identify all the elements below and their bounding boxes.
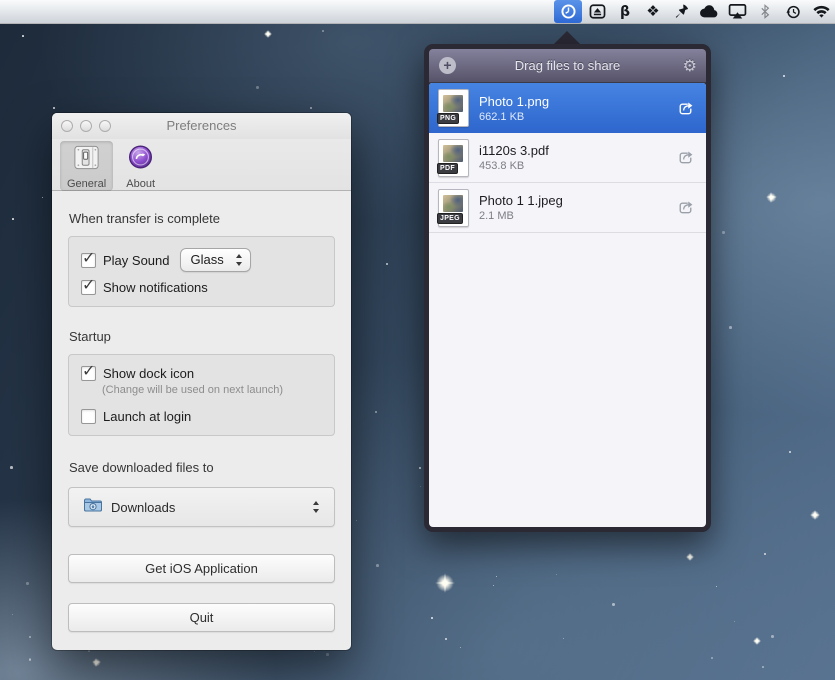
file-row[interactable]: JPEG Photo 1 1.jpeg 2.1 MB bbox=[429, 183, 706, 233]
popover-header: + Drag files to share ⚙ bbox=[429, 49, 706, 83]
popover-arrow bbox=[553, 31, 581, 45]
show-dock-icon-row: Show dock icon bbox=[81, 366, 322, 381]
sound-select-value: Glass bbox=[191, 252, 224, 267]
save-location-select[interactable]: Downloads bbox=[68, 487, 335, 527]
share-icon[interactable] bbox=[672, 145, 698, 171]
file-name: Photo 1 1.jpeg bbox=[479, 192, 672, 209]
startup-group: Show dock icon (Change will be used on n… bbox=[68, 354, 335, 436]
section-heading-transfer: When transfer is complete bbox=[69, 211, 335, 226]
file-row[interactable]: PDF i1120s 3.pdf 453.8 KB bbox=[429, 133, 706, 183]
eject-box-icon[interactable] bbox=[583, 0, 611, 23]
updown-arrows-icon bbox=[236, 254, 243, 266]
bluetooth-icon[interactable] bbox=[751, 0, 779, 23]
section-heading-startup: Startup bbox=[69, 329, 335, 344]
downloads-folder-icon bbox=[83, 497, 103, 518]
file-thumbnail-icon: PDF bbox=[438, 139, 469, 177]
titlebar[interactable]: Preferences bbox=[52, 113, 351, 139]
about-icon bbox=[126, 143, 155, 177]
dropbox-icon[interactable]: ❖ bbox=[639, 0, 667, 23]
beta-icon[interactable]: β bbox=[611, 0, 639, 23]
launch-at-login-row: Launch at login bbox=[81, 409, 322, 424]
preferences-content: When transfer is complete Play Sound Gla… bbox=[52, 191, 351, 632]
show-dock-icon-label: Show dock icon bbox=[103, 366, 194, 381]
play-sound-checkbox[interactable] bbox=[81, 253, 96, 268]
minimize-button[interactable] bbox=[80, 120, 92, 132]
file-row[interactable]: PNG Photo 1.png 662.1 KB bbox=[429, 83, 706, 133]
show-dock-icon-checkbox[interactable] bbox=[81, 366, 96, 381]
file-size: 453.8 KB bbox=[479, 159, 672, 173]
airplay-icon[interactable] bbox=[723, 0, 751, 23]
share-icon[interactable] bbox=[672, 195, 698, 221]
save-location-value: Downloads bbox=[111, 500, 175, 515]
show-notifications-checkbox[interactable] bbox=[81, 280, 96, 295]
dock-icon-note: (Change will be used on next launch) bbox=[102, 384, 322, 396]
popover-frame: + Drag files to share ⚙ PNG Photo 1.png … bbox=[424, 44, 711, 532]
popover-title: Drag files to share bbox=[429, 49, 706, 82]
wifi-icon[interactable] bbox=[807, 0, 835, 23]
quit-button[interactable]: Quit bbox=[68, 603, 335, 632]
tab-general[interactable]: General bbox=[60, 141, 113, 191]
sound-select[interactable]: Glass bbox=[180, 248, 251, 272]
launch-at-login-checkbox[interactable] bbox=[81, 409, 96, 424]
section-heading-save: Save downloaded files to bbox=[69, 460, 335, 475]
app-clock-icon[interactable] bbox=[554, 0, 582, 23]
updown-arrows-icon bbox=[313, 501, 320, 513]
tab-about[interactable]: About bbox=[119, 141, 162, 191]
file-size: 2.1 MB bbox=[479, 209, 672, 223]
preferences-window: Preferences General bbox=[52, 113, 351, 650]
pin-icon[interactable] bbox=[667, 0, 695, 23]
file-list: PNG Photo 1.png 662.1 KB PDF i1120s 3.pd… bbox=[429, 83, 706, 527]
tab-label: General bbox=[67, 178, 106, 190]
file-type-badge: PDF bbox=[437, 163, 458, 174]
time-machine-icon[interactable] bbox=[779, 0, 807, 23]
file-thumbnail-icon: JPEG bbox=[438, 189, 469, 227]
tab-label: About bbox=[126, 178, 155, 190]
show-notifications-row: Show notifications bbox=[81, 280, 322, 295]
show-notifications-label: Show notifications bbox=[103, 280, 208, 295]
file-type-badge: JPEG bbox=[437, 213, 463, 224]
play-sound-label: Play Sound bbox=[103, 253, 170, 268]
close-button[interactable] bbox=[61, 120, 73, 132]
file-type-badge: PNG bbox=[437, 113, 459, 124]
launch-at-login-label: Launch at login bbox=[103, 409, 191, 424]
add-file-button[interactable]: + bbox=[439, 57, 456, 74]
general-switch-icon bbox=[72, 143, 101, 177]
desktop: β ❖ + Drag files to share ⚙ bbox=[0, 0, 835, 680]
preferences-toolbar: General About bbox=[52, 139, 351, 191]
transfer-group: Play Sound Glass Show notifications bbox=[68, 236, 335, 307]
play-sound-row: Play Sound Glass bbox=[81, 248, 322, 272]
share-icon[interactable] bbox=[672, 95, 698, 121]
settings-gear-button[interactable]: ⚙ bbox=[683, 49, 697, 82]
file-thumbnail-icon: PNG bbox=[438, 89, 469, 127]
file-size: 662.1 KB bbox=[479, 110, 672, 124]
cloud-icon[interactable] bbox=[695, 0, 723, 23]
zoom-button[interactable] bbox=[99, 120, 111, 132]
get-ios-application-button[interactable]: Get iOS Application bbox=[68, 554, 335, 583]
file-name: i1120s 3.pdf bbox=[479, 142, 672, 159]
menu-bar: β ❖ bbox=[0, 0, 835, 24]
file-name: Photo 1.png bbox=[479, 93, 672, 110]
